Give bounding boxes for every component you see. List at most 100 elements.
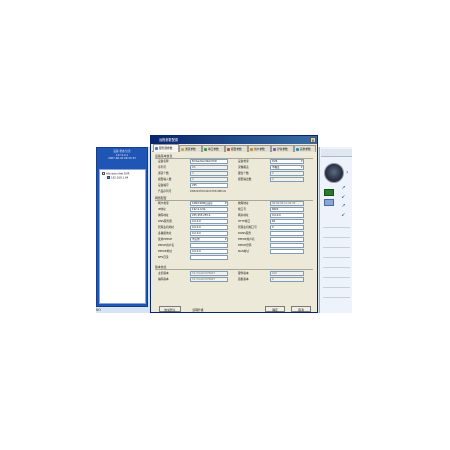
pppoe-ip-field[interactable]: 0.0.0.0	[190, 249, 228, 254]
tab-label: 通道参数	[185, 147, 196, 151]
status-label: NO	[96, 308, 101, 312]
label-nas: NAS地址	[238, 249, 249, 253]
disks-field: 0	[270, 171, 304, 176]
label-ddns: DDNS服务	[238, 231, 252, 235]
user-icon	[250, 148, 253, 151]
device-name-field[interactable]: Embedded Net DVR	[190, 159, 228, 164]
focus-far-icon[interactable]: ↙	[341, 213, 346, 218]
ptz-joystick[interactable]	[324, 163, 344, 183]
label-ip: IP地址	[158, 207, 166, 211]
label-main-version: 主控版本	[158, 271, 169, 275]
multicast-field[interactable]: 0.0.0.0	[190, 231, 228, 236]
tab-exception[interactable]: 异常参数	[271, 145, 294, 152]
panel-version-field: 0	[270, 277, 304, 282]
mask-field[interactable]: 255.255.255.0	[190, 213, 228, 218]
label-pppoe-ip: PPPOE地址	[158, 249, 173, 253]
label-product-serial: 产品序列号	[158, 189, 172, 193]
label-port: 端口号	[238, 207, 247, 211]
pppoe-password-field[interactable]	[270, 243, 304, 248]
nfs-field[interactable]	[190, 255, 228, 260]
label-mask: 掩码地址	[158, 213, 169, 217]
label-nfs: NFS目录	[158, 255, 169, 259]
gateway-field[interactable]: 0.0.0.0	[270, 213, 304, 218]
tab-bar: 服务器参数 通道参数 串口参数 报警参数 用户参数 异常参数 其他参数	[152, 144, 316, 152]
close-icon[interactable]: ×	[310, 137, 316, 143]
label-alarm-out: 报警输出数	[238, 177, 252, 181]
tab-label: 服务器参数	[159, 146, 173, 150]
divider	[323, 227, 350, 228]
tab-channel[interactable]: 通道参数	[179, 145, 202, 152]
tab-alarm[interactable]: 报警参数	[225, 145, 248, 152]
divider	[323, 247, 350, 248]
tab-label: 其他参数	[300, 147, 311, 151]
label-dns: DNS服务器	[158, 219, 172, 223]
ddns-field[interactable]	[270, 231, 304, 236]
label-device-id: 设备编号	[158, 183, 169, 187]
label-serial: 序列号	[158, 165, 167, 169]
tab-label: 异常参数	[277, 147, 288, 151]
dns-field[interactable]: 0.0.0.0	[190, 219, 228, 224]
alarm-out-field: 4	[270, 177, 304, 182]
label-pppoe-username: PPPoE用户名	[158, 243, 175, 247]
divider	[323, 287, 350, 288]
camera-icon	[107, 176, 110, 179]
label-manage-host: 管理主机地址	[158, 225, 175, 229]
serial-field: DS	[190, 165, 228, 170]
chevron-right-icon[interactable]: ›	[346, 169, 348, 176]
channel-icon	[181, 148, 184, 151]
pppoe-username-field[interactable]	[190, 243, 228, 248]
label-gateway: 网关地址	[238, 213, 249, 217]
alarm-in-field: 4	[190, 177, 228, 182]
tab-user[interactable]: 用户参数	[248, 145, 271, 152]
tab-server[interactable]: 服务器参数	[153, 144, 179, 152]
manage-port-field[interactable]: 0	[270, 225, 304, 230]
ok-button[interactable]: 确定	[265, 306, 285, 312]
product-serial-value: DS8004HC0420070520BCVA	[190, 190, 227, 193]
cancel-button[interactable]: 取消	[291, 306, 311, 312]
label-multicast: 多播组地址	[158, 231, 172, 235]
channels-field: 4	[190, 171, 228, 176]
remote-upgrade-button[interactable]: 远程升级	[187, 306, 209, 312]
restore-default-button[interactable]: 恢复默认	[159, 306, 181, 312]
ip-field[interactable]: 192.0.0.64	[190, 207, 228, 212]
settings-icon	[296, 148, 299, 151]
warning-icon	[273, 148, 276, 151]
http-port-field[interactable]: 80	[270, 219, 304, 224]
label-disks: 硬盘个数	[238, 171, 249, 175]
port-field[interactable]: 8000	[270, 207, 304, 212]
label-pppoe-user: PPPOE用户名	[238, 237, 255, 241]
tab-label: 用户参数	[254, 147, 265, 151]
pppoe-select[interactable]: 不启用	[190, 237, 228, 242]
manage-host-field[interactable]: 0.0.0.0	[190, 225, 228, 230]
label-manage-port: 管理主机端口号	[238, 225, 257, 229]
focus-near-icon[interactable]: ↗	[341, 204, 346, 209]
record-indicator	[324, 199, 334, 206]
label-hardware-version: 硬件版本	[238, 271, 249, 275]
tree-node-channel[interactable]: 192.168.1.64	[107, 176, 128, 180]
device-tree[interactable]: Hikvision Net DVR 192.168.1.64	[99, 169, 146, 304]
ptz-toolbar	[321, 149, 352, 157]
tab-label: 报警参数	[231, 147, 242, 151]
tree-node-label: 192.168.1.64	[111, 176, 129, 180]
divider	[323, 257, 350, 258]
label-pppoe: 使用PPPOE	[158, 237, 173, 241]
label-overwrite: 录像覆盖	[238, 165, 249, 169]
nic-type-select[interactable]: 10M/100M自适应	[190, 201, 228, 206]
device-type-select[interactable]: DVR	[270, 159, 304, 164]
nas-field[interactable]	[270, 249, 304, 254]
overwrite-select[interactable]: 不覆盖	[270, 165, 304, 170]
pppoe-user-field[interactable]	[270, 237, 304, 242]
tab-other[interactable]: 其他参数	[294, 145, 316, 152]
tab-serial[interactable]: 串口参数	[202, 145, 225, 152]
divider	[323, 297, 350, 298]
expand-icon[interactable]	[102, 172, 105, 175]
device-id-field[interactable]: 255	[190, 183, 228, 188]
label-nic-type: 网卡类型	[158, 201, 169, 205]
zoom-in-icon[interactable]: ↗	[341, 186, 346, 191]
hardware-version-field: 0x0	[270, 271, 304, 276]
divider	[323, 237, 350, 238]
divider	[323, 277, 350, 278]
device-panel: 设备 状态 信息 127.0.0.1 2007-06-20 09:45:33 H…	[96, 147, 148, 307]
label-encode-version: 编码版本	[158, 277, 169, 281]
zoom-out-icon[interactable]: ↙	[341, 195, 346, 200]
